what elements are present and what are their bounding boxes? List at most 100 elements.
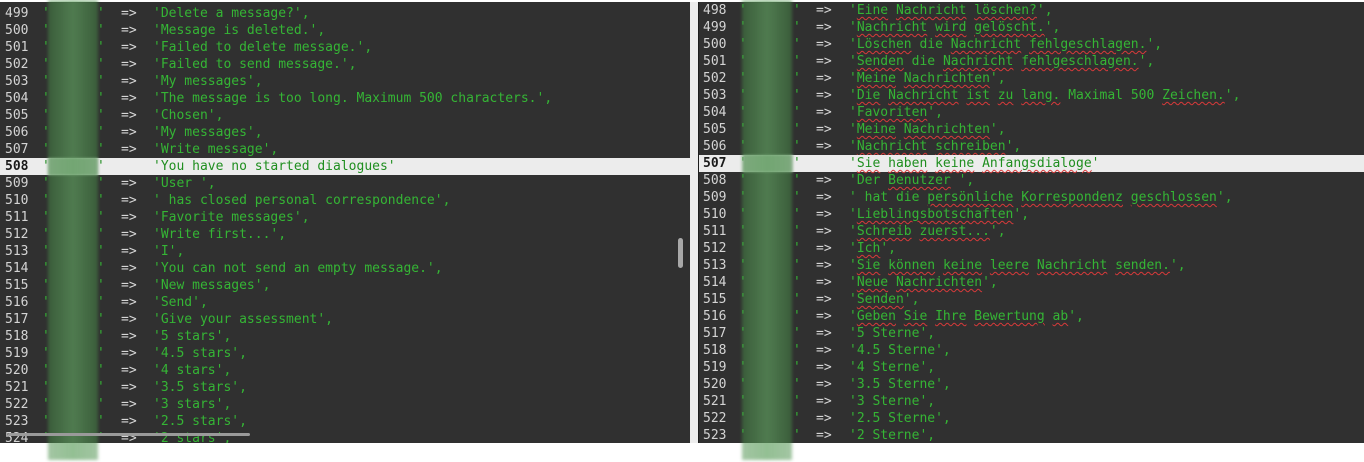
code-line[interactable]: 501''=>'Senden die Nachricht fehlgeschla… <box>699 53 1364 70</box>
key-close-quote: ' <box>97 142 105 157</box>
code-line[interactable]: 503 ' ' => 'My messages', <box>0 73 690 90</box>
code-line[interactable]: 500''=>'Löschen die Nachricht fehlgeschl… <box>699 36 1364 53</box>
key-close-quote: ' <box>97 363 105 378</box>
line-number: 504 <box>703 105 727 120</box>
line-number: 511 <box>5 210 29 225</box>
code-line[interactable]: 505''=>'Meine Nachrichten', <box>699 121 1364 138</box>
code-line[interactable]: 513 ' ' => 'I', <box>0 243 690 260</box>
key-close-quote: ' <box>97 176 105 191</box>
code-line[interactable]: 517''=>'5 Sterne', <box>699 325 1364 342</box>
code-line[interactable]: 511''=>'Schreib zuerst...', <box>699 223 1364 240</box>
key-close-quote: ' <box>793 258 801 273</box>
code-line[interactable]: 498''=>'Eine Nachricht löschen?', <box>699 2 1364 19</box>
code-line[interactable]: 515''=>'Senden', <box>699 291 1364 308</box>
code-line[interactable]: 524 ' ' => '2 stars', <box>0 430 690 443</box>
line-number: 513 <box>703 258 727 273</box>
arrow-operator: => <box>121 329 137 344</box>
code-line[interactable]: 513''=>'Sie können keine leere Nachricht… <box>699 257 1364 274</box>
code-line[interactable]: 509''=>' hat die persönliche Korresponde… <box>699 189 1364 206</box>
right-redacted-key-column <box>742 0 792 460</box>
code-line[interactable]: 519 ' ' => '4.5 stars', <box>0 345 690 362</box>
code-line[interactable]: 504 ' ' => 'The message is too long. Maximum… <box>0 90 690 107</box>
code-line[interactable]: 521 ' ' => '3.5 stars', <box>0 379 690 396</box>
left-vertical-scrollbar-thumb[interactable] <box>678 238 683 268</box>
line-number: 520 <box>5 363 29 378</box>
code-line[interactable]: 521''=>'3 Sterne', <box>699 393 1364 410</box>
line-number: 517 <box>703 326 727 341</box>
line-number: 523 <box>703 428 727 443</box>
key-close-quote: ' <box>793 105 801 120</box>
code-line[interactable]: 514 ' ' => 'You can not send an empty messag… <box>0 260 690 277</box>
code-line[interactable]: 520 ' ' => '4 stars', <box>0 362 690 379</box>
string-value: '3 Sterne', <box>849 394 936 409</box>
string-value: 'New messages', <box>153 278 271 293</box>
key-close-quote: ' <box>793 241 801 256</box>
code-line[interactable]: 514''=>'Neue Nachrichten', <box>699 274 1364 291</box>
line-number: 518 <box>703 343 727 358</box>
string-value: '2.5 Sterne', <box>849 411 951 426</box>
left-horizontal-scrollbar-thumb[interactable] <box>8 433 250 436</box>
string-value: 'My messages', <box>153 125 263 140</box>
left-editor-pane[interactable]: 499 ' ' => 'Delete a message?', 500 ' ' => 'Messa… <box>0 2 690 443</box>
key-close-quote: ' <box>97 227 105 242</box>
code-line[interactable]: 510 ' ' => ' has closed personal corresponde… <box>0 192 690 209</box>
code-line[interactable]: 504''=>'Favoriten', <box>699 104 1364 121</box>
code-line[interactable]: 505 ' ' => 'Chosen', <box>0 107 690 124</box>
line-number: 505 <box>5 108 29 123</box>
key-close-quote: ' <box>97 380 105 395</box>
arrow-operator: => <box>121 23 137 38</box>
arrow-operator: => <box>816 428 832 443</box>
code-line[interactable]: 522 ' ' => '3 stars', <box>0 396 690 413</box>
string-value: 'Die Nachricht ist zu lang. Maximal 500 … <box>849 88 1241 103</box>
line-number: 500 <box>703 37 727 52</box>
code-line[interactable]: 516 ' ' => 'Send', <box>0 294 690 311</box>
code-line[interactable]: 500 ' ' => 'Message is deleted.', <box>0 22 690 39</box>
code-line[interactable]: 512''=>'Ich', <box>699 240 1364 257</box>
arrow-operator: => <box>121 210 137 225</box>
code-line[interactable]: 507'''Sie haben keine Anfangsdialoge' <box>699 155 1364 172</box>
code-line[interactable]: 503''=>'Die Nachricht ist zu lang. Maxim… <box>699 87 1364 104</box>
string-value: '4 stars', <box>153 363 232 378</box>
code-line[interactable]: 523 ' ' => '2.5 stars', <box>0 413 690 430</box>
code-line[interactable]: 515 ' ' => 'New messages', <box>0 277 690 294</box>
code-line[interactable]: 507 ' ' => 'Write message', <box>0 141 690 158</box>
code-line[interactable]: 506 ' ' => 'My messages', <box>0 124 690 141</box>
line-number: 524 <box>5 431 29 443</box>
code-line[interactable]: 516''=>'Geben Sie Ihre Bewertung ab', <box>699 308 1364 325</box>
code-line[interactable]: 506''=>'Nachricht schreiben', <box>699 138 1364 155</box>
arrow-operator: => <box>816 411 832 426</box>
arrow-operator: => <box>816 139 832 154</box>
line-number: 514 <box>5 261 29 276</box>
line-number: 521 <box>5 380 29 395</box>
line-number: 508 <box>703 173 727 188</box>
code-line[interactable]: 502''=>'Meine Nachrichten', <box>699 70 1364 87</box>
code-line[interactable]: 502 ' ' => 'Failed to send message.', <box>0 56 690 73</box>
code-line[interactable]: 518 ' ' => '5 stars', <box>0 328 690 345</box>
code-line[interactable]: 522''=>'2.5 Sterne', <box>699 410 1364 427</box>
code-line[interactable]: 517 ' ' => 'Give your assessment', <box>0 311 690 328</box>
string-value: 'Message is deleted.', <box>153 23 326 38</box>
string-value: 'Meine Nachrichten', <box>849 71 1006 86</box>
string-value: '3 stars', <box>153 397 232 412</box>
key-close-quote: ' <box>793 275 801 290</box>
code-line[interactable]: 509 ' ' => 'User ', <box>0 175 690 192</box>
string-value: ' hat die persönliche Korrespondenz gesc… <box>849 190 1233 205</box>
code-line[interactable]: 512 ' ' => 'Write first...', <box>0 226 690 243</box>
code-line[interactable]: 499''=>'Nachricht wird gelöscht.', <box>699 19 1364 36</box>
code-line[interactable]: 523''=>'2 Sterne', <box>699 427 1364 443</box>
code-line[interactable]: 501 ' ' => 'Failed to delete message.', <box>0 39 690 56</box>
split-divider[interactable] <box>690 2 698 443</box>
right-editor-pane[interactable]: 498 ' ' => 'Eine Nachricht löschen?', 499 ' ' =>… <box>698 2 1364 443</box>
code-line[interactable]: 511 ' ' => 'Favorite messages', <box>0 209 690 226</box>
code-line[interactable]: 499 ' ' => 'Delete a message?', <box>0 5 690 22</box>
code-line[interactable]: 520''=>'3.5 Sterne', <box>699 376 1364 393</box>
code-line[interactable]: 510''=>'Lieblingsbotschaften', <box>699 206 1364 223</box>
code-line[interactable]: 519''=>'4 Sterne', <box>699 359 1364 376</box>
arrow-operator: => <box>121 380 137 395</box>
string-value: 'The message is too long. Maximum 500 ch… <box>153 91 553 106</box>
code-line[interactable]: 508 ' ' 'You have no started dialogues' <box>0 158 690 175</box>
string-value: 'Give your assessment', <box>153 312 334 327</box>
string-value: 'User ', <box>153 176 216 191</box>
code-line[interactable]: 518''=>'4.5 Sterne', <box>699 342 1364 359</box>
code-line[interactable]: 508''=>'Der Benutzer ', <box>699 172 1364 189</box>
